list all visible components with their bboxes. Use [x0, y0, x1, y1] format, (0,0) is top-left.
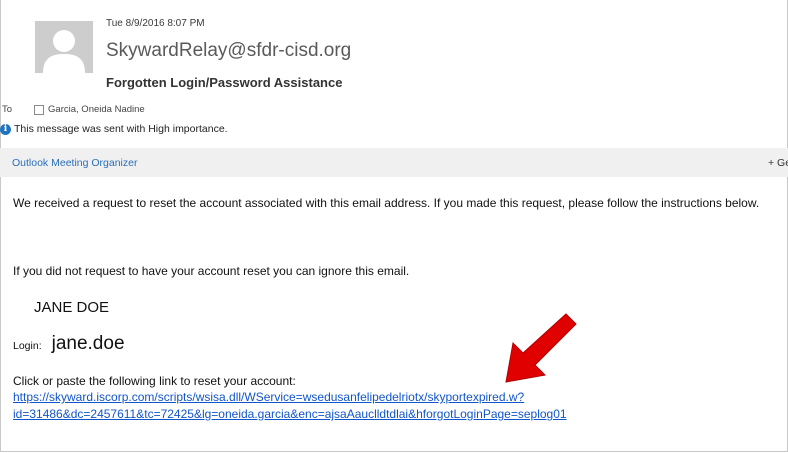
body-paragraph-request: We received a request to reset the accou… — [13, 196, 760, 210]
login-row: Login: jane.doe — [13, 333, 125, 355]
red-arrow-annotation — [505, 313, 577, 383]
login-label: Login: — [13, 340, 42, 352]
to-label: To — [2, 104, 13, 115]
body-paragraph-ignore: If you did not request to have your acco… — [13, 264, 410, 278]
addin-bar: Outlook Meeting Organizer + Get — [0, 148, 788, 177]
checkbox-icon[interactable] — [34, 104, 45, 115]
info-icon: i — [0, 123, 11, 135]
recipient-name[interactable]: Garcia, Oneida Nadine — [48, 104, 145, 115]
outlook-meeting-organizer-link[interactable]: Outlook Meeting Organizer — [12, 157, 137, 169]
sender-address[interactable]: SkywardRelay@sfdr-cisd.org — [106, 40, 351, 62]
importance-banner: i This message was sent with High import… — [0, 123, 228, 135]
importance-text: This message was sent with High importan… — [14, 123, 228, 135]
email-subject: Forgotten Login/Password Assistance — [106, 75, 343, 90]
recipient-row: To Garcia, Oneida Nadine — [2, 104, 145, 115]
avatar[interactable] — [35, 21, 93, 73]
link-intro: Click or paste the following link to res… — [13, 374, 296, 388]
get-addins-button[interactable]: + Get — [768, 157, 788, 169]
account-name: JANE DOE — [34, 299, 110, 316]
sent-date: Tue 8/9/2016 8:07 PM — [106, 18, 205, 29]
reset-link[interactable]: https://skyward.iscorp.com/scripts/wsisa… — [13, 389, 713, 423]
login-value: jane.doe — [51, 333, 125, 354]
